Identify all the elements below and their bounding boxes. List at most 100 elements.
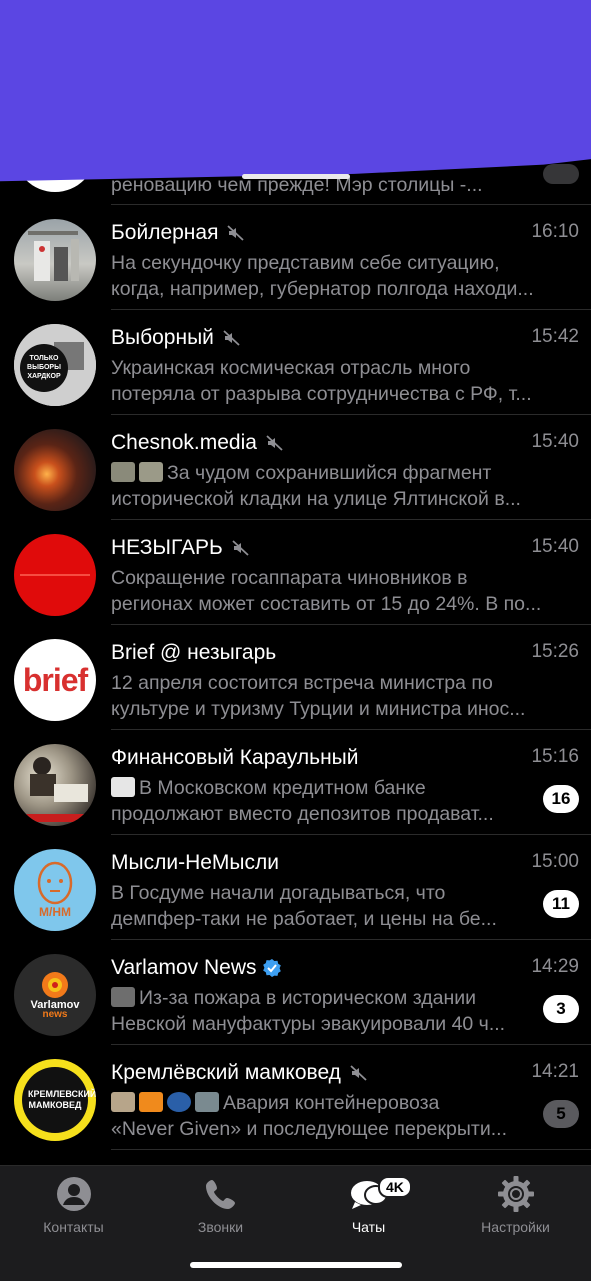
chat-row-finkaraulny[interactable]: Финансовый Караульный 15:16 В Московском… <box>0 730 591 835</box>
video-thumbnail <box>111 987 135 1007</box>
chat-title: Выборный <box>111 326 214 349</box>
avatar <box>14 534 96 616</box>
chat-row-brief[interactable]: brief Brief @ незыгарь 15:26 12 апреля с… <box>0 625 591 730</box>
chat-preview-line2: Невской мануфактуры эвакуировали 40 ч... <box>111 1013 506 1035</box>
chat-row-kremlevsky-mamkoved[interactable]: КРЕМЛЕВСКИЙ МАМКОВЕД Кремлёвский мамкове… <box>0 1045 591 1150</box>
tab-settings[interactable]: Настройки <box>442 1174 589 1235</box>
muted-icon <box>223 330 240 346</box>
verified-icon <box>263 959 282 977</box>
avatar: brief <box>14 639 96 721</box>
chat-list[interactable]: реновацию чем прежде! Мэр столицы -... Б… <box>0 140 591 1165</box>
globe-emoji <box>167 1092 191 1112</box>
tram-emoji <box>195 1092 219 1112</box>
chat-time: 14:29 <box>531 956 579 977</box>
unread-badge: 3 <box>543 995 579 1023</box>
avatar: ТОЛЬКО ВЫБОРЫ ХАРДКОР <box>14 324 96 406</box>
chat-preview-line1: В Московском кредитном банке <box>139 777 426 799</box>
chat-title: НЕЗЫГАРЬ <box>111 536 223 559</box>
unread-badge <box>543 164 579 184</box>
chat-preview-line2: продолжают вместо депозитов продават... <box>111 803 494 825</box>
redaction-overlay <box>0 0 591 182</box>
chat-time: 15:40 <box>531 536 579 557</box>
pull-indicator <box>242 174 350 179</box>
avatar <box>14 429 96 511</box>
man-at-desk-image <box>24 757 88 822</box>
brief-logo: brief <box>22 661 88 698</box>
chat-row-boilernaya[interactable]: Бойлерная 16:10 На секундочку представим… <box>0 205 591 310</box>
photo-thumbnail <box>111 1092 135 1112</box>
phone-icon <box>205 1180 235 1209</box>
muted-icon <box>227 225 245 241</box>
tab-label: Настройки <box>481 1219 550 1235</box>
truck-emoji <box>139 1092 163 1112</box>
avatar <box>14 219 96 301</box>
chat-time: 15:00 <box>531 851 579 872</box>
chat-preview-line1: Сокращение госаппарата чиновников в <box>111 567 468 589</box>
avatar: Varlamov news <box>14 954 96 1036</box>
chat-time: 15:42 <box>531 326 579 347</box>
tab-label: Контакты <box>43 1219 104 1235</box>
chat-preview-line1: За чудом сохранившийся фрагмент <box>167 462 492 484</box>
svg-text:ВЫБОРЫ: ВЫБОРЫ <box>27 364 61 371</box>
chat-preview-line2: «Never Given» и последующее перекрыти... <box>111 1118 507 1140</box>
avatar: КРЕМЛЕВСКИЙ МАМКОВЕД <box>14 1059 96 1141</box>
unread-badge: 16 <box>543 785 579 813</box>
mamkoved-logo-text: КРЕМЛЕВСКИЙ МАМКОВЕД <box>28 1089 96 1110</box>
unread-badge: 5 <box>543 1100 579 1128</box>
muted-icon <box>266 435 283 451</box>
chat-time: 16:10 <box>531 221 579 242</box>
chat-preview-line2: когда, например, губернатор полгода нахо… <box>111 278 534 300</box>
chat-time: 15:40 <box>531 431 579 452</box>
unread-badge: 11 <box>543 890 579 918</box>
chat-title: Varlamov News <box>111 956 257 979</box>
chat-title: Chesnok.media <box>111 431 257 454</box>
chat-preview-line2: культуре и туризму Турции и министра ино… <box>111 698 526 720</box>
photo-thumbnail <box>139 462 163 482</box>
chat-title: Мысли-НеМысли <box>111 851 279 874</box>
chat-time: 15:26 <box>531 641 579 662</box>
chat-preview-line1: Украинская космическая отрасль много <box>111 357 471 379</box>
mysli-logo-text: М/НМ <box>39 905 71 919</box>
tab-calls[interactable]: Звонки <box>147 1174 294 1235</box>
person-icon <box>56 1177 91 1211</box>
chat-row-nezygar[interactable]: НЕЗЫГАРЬ 15:40 Сокращение госаппарата чи… <box>0 520 591 625</box>
tab-label: Звонки <box>197 1219 244 1235</box>
vyborny-logo: ТОЛЬКО ВЫБОРЫ ХАРДКОР <box>14 324 96 406</box>
varlamov-logo-subtext: news <box>42 1008 68 1020</box>
chat-preview-line2: исторической кладки на улице Ялтинской в… <box>111 488 521 510</box>
chat-row-vyborny[interactable]: ТОЛЬКО ВЫБОРЫ ХАРДКОР Выборный 15:42 Укр… <box>0 310 591 415</box>
home-indicator <box>190 1262 402 1268</box>
avatar <box>14 744 96 826</box>
chat-preview-line1: В Госдуме начали догадываться, что <box>111 882 446 904</box>
photo-thumbnail <box>111 462 135 482</box>
chat-preview-line1: Из-за пожара в историческом здании <box>139 987 477 1009</box>
varlamov-logo-mark <box>42 971 68 998</box>
avatar: М/НМ <box>14 849 96 931</box>
svg-text:ТОЛЬКО: ТОЛЬКО <box>29 355 59 362</box>
chat-preview-line2: регионах может составить от 15 до 24%. В… <box>111 593 542 615</box>
chat-row-mysli-nemysli[interactable]: М/НМ Мысли-НеМысли 15:00 В Госдуме начал… <box>0 835 591 940</box>
tab-label: Чаты <box>351 1219 386 1235</box>
tab-chats[interactable]: 4K Чаты <box>295 1174 442 1235</box>
chat-time: 14:21 <box>531 1061 579 1082</box>
chat-row-chesnok[interactable]: Chesnok.media 15:40 За чудом сохранивший… <box>0 415 591 520</box>
chat-title: Финансовый Караульный <box>111 746 359 769</box>
muted-icon <box>350 1065 367 1081</box>
gear-icon <box>497 1176 534 1212</box>
document-thumbnail <box>111 777 135 797</box>
chat-preview-line1: Авария контейнеровоза <box>223 1092 440 1114</box>
chat-preview-line2: демпфер-таки не работает, и цены на бе..… <box>111 908 497 930</box>
chat-title: Brief @ незыгарь <box>111 641 277 664</box>
chat-preview-line1: 12 апреля состоится встреча министра по <box>111 672 493 694</box>
muted-icon <box>232 540 249 556</box>
chat-preview-line1: На секундочку представим себе ситуацию, <box>111 252 500 274</box>
chat-preview-line2: потеряла от разрыва сотрудничества с РФ,… <box>111 383 532 405</box>
chat-title: Бойлерная <box>111 221 219 244</box>
tab-contacts[interactable]: Контакты <box>0 1174 147 1235</box>
tab-badge: 4K <box>378 1176 412 1198</box>
chat-time: 15:16 <box>531 746 579 767</box>
chat-title: Кремлёвский мамковед <box>111 1061 341 1084</box>
boiler-room-image <box>28 231 79 281</box>
chat-row-varlamov[interactable]: Varlamov news Varlamov News 14:29 Из-за … <box>0 940 591 1045</box>
svg-text:ХАРДКОР: ХАРДКОР <box>27 373 61 380</box>
